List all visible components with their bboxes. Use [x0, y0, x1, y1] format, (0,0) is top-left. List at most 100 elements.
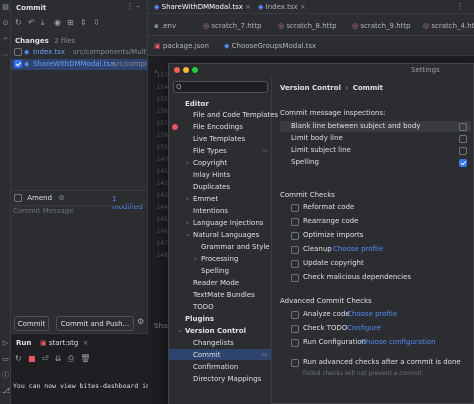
tree-item-intentions[interactable]: Intentions — [193, 207, 228, 215]
expand-arrow-icon[interactable]: › — [194, 255, 197, 263]
inspection-limit-body[interactable]: Limit body line — [291, 134, 343, 142]
choose-configuration-link[interactable]: Choose configuration — [361, 338, 436, 346]
minimize-window-button[interactable] — [183, 67, 189, 73]
rearrange-checkbox[interactable] — [291, 218, 299, 226]
download-icon[interactable]: ⤓ — [41, 18, 45, 28]
tree-item-file-encodings[interactable]: File Encodings — [193, 123, 243, 131]
more-tools-icon[interactable]: ⋯ — [2, 52, 9, 59]
reformat-checkbox[interactable] — [291, 204, 299, 212]
amend-checkbox[interactable] — [14, 194, 22, 202]
changes-label[interactable]: Changes 2 files — [15, 37, 75, 45]
tab-env[interactable]: ▪ .env — [154, 22, 176, 30]
close-tab-icon[interactable]: × — [245, 3, 251, 11]
tree-item-inlay-hints[interactable]: Inlay Hints — [193, 171, 230, 179]
collapse-arrow-icon[interactable]: ⌄ — [185, 230, 191, 238]
malicious-deps-checkbox[interactable] — [291, 274, 299, 282]
update-copyright-checkbox[interactable] — [291, 260, 299, 268]
tree-item-changelists[interactable]: Changelists — [193, 339, 234, 347]
check-todo-configure-link[interactable]: Configure — [347, 324, 381, 332]
tree-item-language-injections[interactable]: Language Injections — [193, 219, 263, 227]
tree-item-duplicates[interactable]: Duplicates — [193, 183, 230, 191]
expand-all-icon[interactable]: ⇕ — [80, 18, 87, 27]
file-checkbox[interactable] — [14, 60, 22, 68]
tree-item-file-types[interactable]: File Types — [193, 147, 227, 155]
panel-options-icon[interactable]: ⋮ — [126, 2, 134, 11]
tab-package-json[interactable]: ▣ package.json — [154, 42, 209, 50]
inspection-blank-line[interactable]: Blank line between subject and body — [291, 122, 420, 130]
run-configuration-checkbox[interactable] — [291, 339, 299, 347]
tree-item-todo[interactable]: TODO — [193, 303, 214, 311]
fold-arrow-icon[interactable]: › — [154, 67, 157, 76]
git-icon[interactable]: ⎇ — [2, 388, 10, 395]
tree-item-copyright[interactable]: Copyright — [193, 159, 227, 167]
run-tool-icon[interactable]: ▷ — [2, 340, 9, 347]
inspection-checkbox[interactable] — [459, 135, 467, 143]
group-by-icon[interactable]: ⊞ — [67, 18, 74, 27]
tree-item-processing[interactable]: Processing — [201, 255, 238, 263]
file-checkbox[interactable] — [14, 48, 22, 56]
scroll-end-icon[interactable]: ⇊ — [55, 354, 62, 363]
stop-icon[interactable]: ■ — [28, 354, 36, 363]
tree-item-spelling[interactable]: Spelling — [201, 267, 229, 275]
inspection-spelling[interactable]: Spelling — [291, 158, 319, 166]
settings-gear-icon[interactable]: ⚙ — [137, 317, 144, 326]
tree-item-directory-mappings[interactable]: Directory Mappings — [193, 375, 261, 383]
commit-tool-icon[interactable]: ⊙ — [2, 20, 9, 27]
commit-button[interactable]: Commit — [14, 316, 49, 331]
tree-item-live-templates[interactable]: Live Templates — [193, 135, 245, 143]
wrap-icon[interactable]: ⏎ — [42, 354, 49, 363]
tree-item-emmet[interactable]: Emmet — [193, 195, 218, 203]
tab-sharewithdmmodal[interactable]: ◆ ShareWithDMModal.tsx × — [154, 3, 252, 16]
tree-item-file-and-code-templates[interactable]: File and Code Templates — [193, 111, 278, 119]
refresh-icon[interactable]: ↻ — [15, 18, 22, 27]
inspection-checkbox-checked[interactable] — [459, 159, 467, 167]
tree-item-grammar-and-style[interactable]: Grammar and Style — [201, 243, 270, 251]
rollback-icon[interactable]: ↶ — [28, 18, 35, 27]
close-window-button[interactable] — [174, 67, 180, 73]
close-tab-icon[interactable]: × — [300, 3, 306, 11]
file-row[interactable]: ◆ Index.tsx src/components/MultiRemin — [11, 47, 147, 58]
tree-item-confirmation[interactable]: Confirmation — [193, 363, 238, 371]
rerun-icon[interactable]: ↻ — [15, 354, 22, 363]
file-row[interactable]: ◆ ShareWithDMModal.tsx src/componen — [11, 59, 147, 70]
diff-icon[interactable]: ◉ — [54, 18, 61, 27]
tab-index[interactable]: ◆ Index.tsx × — [258, 3, 306, 11]
check-todo-checkbox[interactable] — [291, 325, 299, 333]
project-icon[interactable]: ▤ — [2, 4, 9, 11]
tree-item-editor[interactable]: Editor — [185, 100, 209, 108]
tree-item-textmate-bundles[interactable]: TextMate Bundles — [193, 291, 255, 299]
zoom-window-button[interactable] — [192, 67, 198, 73]
tab-scratch-7[interactable]: ◎ scratch_7.http — [203, 22, 262, 30]
pull-requests-icon[interactable]: ⑂ — [2, 36, 9, 43]
tab-choosegroupsmodal[interactable]: ◆ ChooseGroupsModal.tsx — [224, 42, 316, 50]
close-tab-icon[interactable]: × — [83, 339, 89, 347]
commit-message-input[interactable]: Commit Message — [13, 207, 146, 310]
collapse-all-icon[interactable]: ⇳ — [93, 18, 100, 27]
tree-item-version-control[interactable]: Version Control — [185, 327, 246, 335]
inspection-checkbox[interactable] — [459, 123, 467, 131]
run-after-commit-checkbox[interactable] — [291, 359, 299, 367]
tab-scratch-8[interactable]: ◎ scratch_8.http — [278, 22, 337, 30]
terminal-icon[interactable]: ▭ — [2, 356, 9, 363]
cleanup-choose-profile-link[interactable]: Choose profile — [333, 245, 383, 253]
collapse-arrow-icon[interactable]: ⌄ — [177, 326, 183, 334]
expand-arrow-icon[interactable]: › — [186, 219, 189, 227]
hide-panel-icon[interactable]: – — [136, 2, 140, 11]
expand-arrow-icon[interactable]: › — [186, 159, 189, 167]
analyze-code-checkbox[interactable] — [291, 311, 299, 319]
tab-scratch-9[interactable]: ◎ scratch_9.http — [352, 22, 411, 30]
analyze-choose-profile-link[interactable]: Choose profile — [347, 310, 397, 318]
cleanup-checkbox[interactable] — [291, 246, 299, 254]
inspection-checkbox[interactable] — [459, 147, 467, 155]
tree-item-reader-mode[interactable]: Reader Mode — [193, 279, 239, 287]
expand-arrow-icon[interactable]: › — [186, 195, 189, 203]
optimize-imports-checkbox[interactable] — [291, 232, 299, 240]
tree-item-commit[interactable]: Commit — [193, 351, 221, 359]
print-icon[interactable]: ⎙ — [68, 354, 74, 363]
tabs-more-icon[interactable]: ⋮ — [456, 2, 464, 11]
tab-scratch-4[interactable]: ◎ scratch_4.http — [423, 22, 474, 30]
tree-item-plugins[interactable]: Plugins — [185, 315, 214, 323]
trash-icon[interactable]: 🗑 — [80, 354, 90, 363]
problems-icon[interactable]: ⓘ — [2, 372, 9, 379]
settings-search-input[interactable]: Q — [173, 81, 268, 93]
